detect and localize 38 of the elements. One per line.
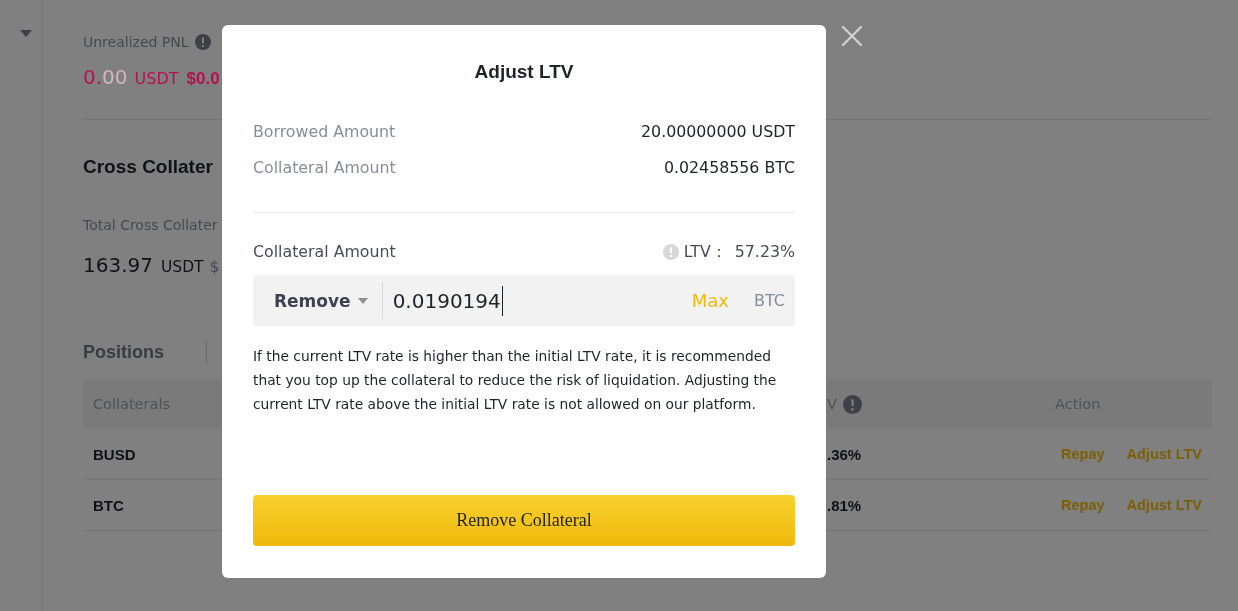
- ltv-value: 57.23%: [734, 241, 795, 263]
- action-link[interactable]: Adjust LTV: [1126, 446, 1202, 462]
- total-value: 163.97: [83, 252, 153, 279]
- table-cell: BTC: [93, 496, 124, 514]
- close-icon[interactable]: [842, 26, 862, 46]
- detail-value: 20.00000000 USDT: [641, 121, 795, 143]
- amount-input[interactable]: 0.0190194: [392, 282, 692, 319]
- pnl-faded-digits: 00: [102, 65, 128, 89]
- field-label: Collateral Amount: [253, 241, 396, 263]
- fiat-value: $: [209, 257, 220, 278]
- caret-icon: [357, 297, 368, 304]
- total-label: Total Cross Collater: [83, 216, 218, 235]
- max-button[interactable]: Max: [691, 290, 729, 311]
- fiat-value: $0.0: [186, 68, 220, 90]
- currency-unit: USDT: [161, 257, 204, 278]
- caret-icon[interactable]: [20, 30, 32, 37]
- detail-value: 0.02458556 BTC: [663, 157, 795, 179]
- exclamation-icon: [662, 244, 679, 260]
- action-link[interactable]: Adjust LTV: [1126, 497, 1202, 513]
- table-cell: .81%: [827, 496, 862, 514]
- dialog-title: Adjust LTV: [474, 60, 574, 84]
- mode-dropdown[interactable]: Remove: [274, 290, 368, 311]
- table-cell: .36%: [827, 445, 862, 463]
- detail-label: Borrowed Amount: [253, 121, 396, 143]
- info-text: If the current LTV rate is higher than the initial LTV rate, it is recommended that you top up the collateral to reduce the risk of liquidation. Adjusting the current LTV rate above the initial LTV rate is not allowed on our platform.: [253, 347, 778, 414]
- detail-label: Collateral Amount: [253, 157, 396, 179]
- table-cell: BUSD: [93, 445, 136, 463]
- action-link[interactable]: Repay: [1061, 446, 1105, 462]
- currency-unit: USDT: [134, 68, 179, 90]
- ltv-label: LTV：: [683, 241, 727, 263]
- pnl-label: Unrealized PNL: [83, 33, 189, 52]
- unit-label: BTC: [754, 291, 785, 310]
- exclamation-icon: [194, 34, 211, 50]
- pnl-value: 0.: [83, 65, 103, 89]
- submit-button[interactable]: Remove Collateral: [253, 495, 795, 546]
- tab[interactable]: Positions: [83, 341, 164, 363]
- action-link[interactable]: Repay: [1061, 497, 1105, 513]
- section-title: Cross Collater: [83, 155, 213, 179]
